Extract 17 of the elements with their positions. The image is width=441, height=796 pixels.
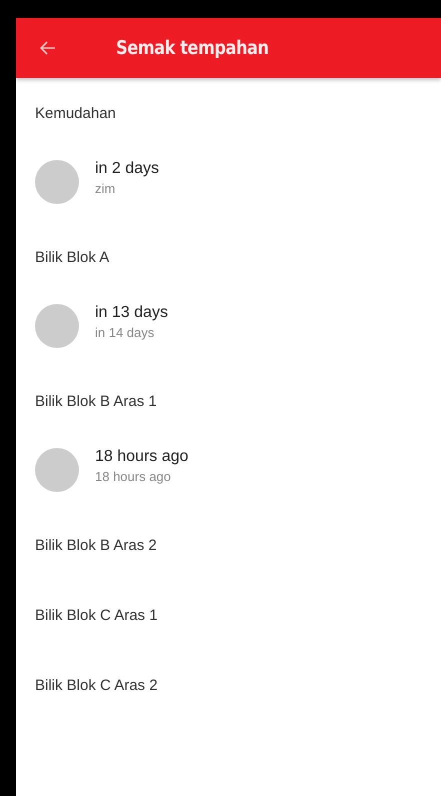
section-heading: Bilik Blok C Aras 2 [35, 676, 159, 696]
section-heading: Bilik Blok C Aras 1 [35, 606, 159, 626]
back-arrow-icon [40, 41, 56, 55]
avatar [35, 448, 79, 492]
screen-title: Semak tempahan [116, 37, 269, 59]
item-subtitle: 18 hours ago [95, 469, 172, 484]
item-title: 18 hours ago [95, 448, 188, 466]
section-heading: Bilik Blok B Aras 1 [35, 392, 158, 412]
item-subtitle: in 14 days [95, 325, 156, 340]
item-subtitle: zim [95, 181, 116, 196]
item-title: in 13 days [95, 304, 168, 322]
item-title: in 2 days [95, 160, 160, 178]
section-heading: Kemudahan [35, 104, 117, 124]
avatar [35, 304, 79, 348]
section-heading: Bilik Blok B Aras 2 [35, 536, 158, 556]
section-heading: Bilik Blok A [35, 248, 110, 268]
avatar [35, 160, 79, 204]
